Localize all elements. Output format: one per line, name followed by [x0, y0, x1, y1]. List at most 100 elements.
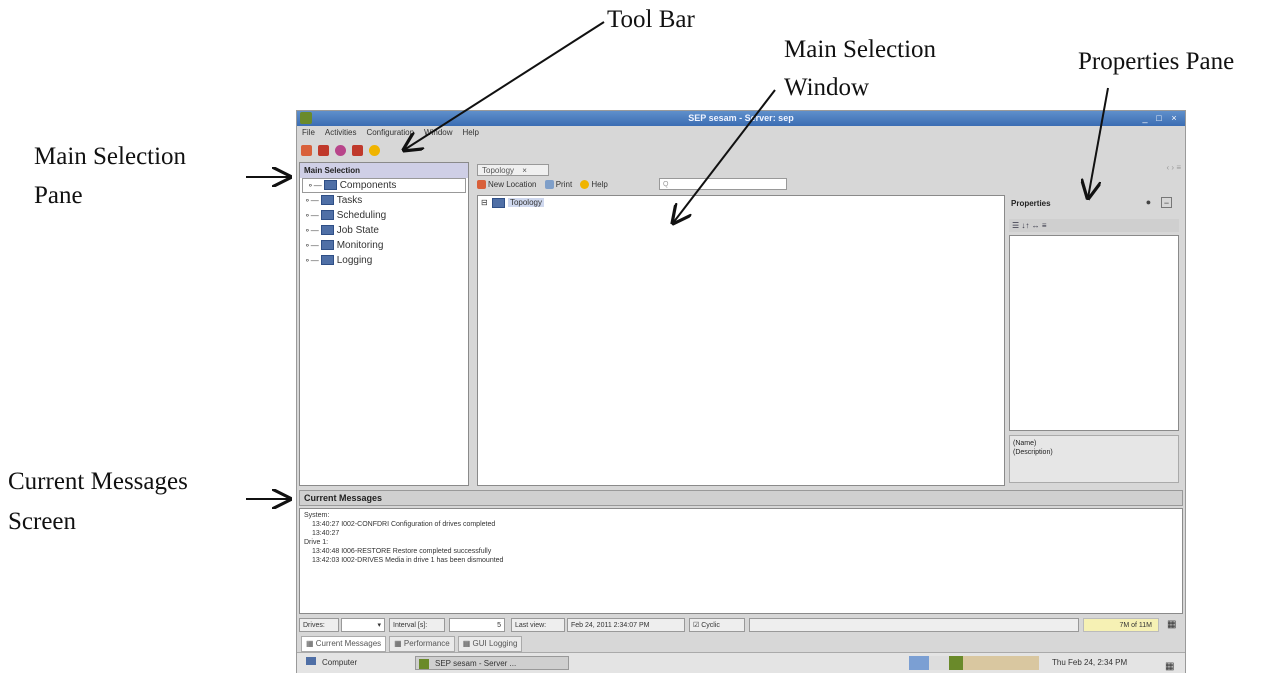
- help-icon: [580, 180, 590, 190]
- tab-close-icon[interactable]: ×: [522, 166, 527, 175]
- tree-item-components[interactable]: ⚬— Components: [302, 178, 466, 193]
- new-location-icon[interactable]: [301, 145, 312, 157]
- show-desktop-icon[interactable]: ▦: [1165, 657, 1174, 677]
- app-icon: [419, 658, 429, 669]
- message-line: System:: [304, 512, 330, 519]
- properties-description: (Name) (Description): [1009, 435, 1179, 483]
- description-label: (Description): [1013, 449, 1053, 456]
- minimize-pane-icon[interactable]: −: [1161, 197, 1172, 208]
- close-icon[interactable]: ×: [1168, 111, 1180, 126]
- tree-item-scheduling[interactable]: ⚬— Scheduling: [300, 208, 468, 223]
- folder-icon: [320, 255, 334, 266]
- stop-icon[interactable]: [352, 145, 363, 157]
- computer-icon: [306, 657, 316, 665]
- properties-toolbar[interactable]: ☰ ↓↑ ↔ ≡: [1009, 219, 1179, 232]
- folder-icon: [323, 180, 337, 191]
- name-label: (Name): [1013, 440, 1037, 447]
- refresh-icon[interactable]: [335, 145, 346, 157]
- folder-icon: [491, 198, 505, 208]
- tab-navigation[interactable]: ‹ › ≡: [1167, 163, 1181, 172]
- checkbox-icon[interactable]: ☑: [693, 622, 699, 629]
- callout-current-messages-line2: Screen: [8, 508, 77, 535]
- clock: Thu Feb 24, 2:34 PM: [1052, 658, 1128, 667]
- message-line: Drive 1:: [304, 539, 329, 546]
- last-view-label: Last view:: [511, 618, 565, 632]
- tool-bar: [301, 142, 386, 158]
- tab-strip: Topology × ‹ › ≡: [477, 162, 1183, 177]
- tree-item-monitoring[interactable]: ⚬— Monitoring: [300, 238, 468, 253]
- expander-icon[interactable]: ⚬—: [304, 253, 319, 268]
- tree-item-job-state[interactable]: ⚬— Job State: [300, 223, 468, 238]
- menu-configuration[interactable]: Configuration: [361, 126, 419, 140]
- tray-icons[interactable]: [909, 656, 1039, 670]
- folder-icon: [320, 195, 334, 206]
- new-location-icon: [477, 180, 486, 190]
- computer-button[interactable]: Computer: [303, 656, 403, 670]
- folder-icon: [320, 225, 334, 236]
- interval-stepper[interactable]: 5: [449, 618, 505, 632]
- expander-icon[interactable]: ⚬—: [304, 208, 319, 223]
- drives-select[interactable]: ▾: [341, 618, 385, 632]
- expander-icon[interactable]: ⊟: [481, 198, 488, 207]
- pin-icon[interactable]: ●: [1143, 197, 1154, 208]
- menu-help[interactable]: Help: [458, 126, 484, 140]
- help-icon[interactable]: [369, 145, 380, 157]
- drives-label: Drives:: [299, 618, 339, 632]
- add-drive-icon[interactable]: [318, 145, 329, 157]
- expander-icon[interactable]: ⚬—: [304, 223, 319, 238]
- print-icon: [544, 180, 554, 190]
- expander-icon[interactable]: ⚬—: [304, 193, 319, 208]
- cyclic-checkbox[interactable]: ☑ Cyclic: [689, 618, 745, 632]
- tab-topology[interactable]: Topology ×: [477, 164, 549, 176]
- menu-file[interactable]: File: [297, 126, 320, 140]
- search-input[interactable]: Q: [659, 178, 787, 190]
- tree-item-logging[interactable]: ⚬— Logging: [300, 253, 468, 268]
- interval-label: Interval [s]:: [389, 618, 445, 632]
- expander-icon[interactable]: ⚬—: [307, 179, 322, 192]
- status-field: [749, 618, 1079, 632]
- tab-current-messages[interactable]: ▦ Current Messages: [301, 636, 387, 652]
- help-button[interactable]: Help: [580, 177, 608, 193]
- current-messages-header: Current Messages: [299, 490, 1183, 506]
- folder-icon: [320, 210, 334, 221]
- print-button[interactable]: Print: [544, 177, 572, 193]
- tree-item-topology[interactable]: ⊟ Topology: [481, 198, 544, 208]
- folder-icon: [320, 240, 334, 251]
- tab-gui-logging[interactable]: ▦ GUI Logging: [457, 636, 523, 652]
- main-selection-pane: Main Selection ⚬— Components ⚬— Tasks ⚬— Sc…: [299, 162, 469, 486]
- bottom-tabs: ▦ Current Messages ▦ Performance ▦ GUI Log…: [301, 636, 525, 652]
- properties-pane: Properties ● − ☰ ↓↑ ↔ ≡ (Name) (Descript…: [1009, 191, 1181, 486]
- message-line: 13:42:03 I002-DRIVES Media in drive 1 ha…: [312, 557, 504, 564]
- current-messages-screen: System: 13:40:27 I002-CONFDRI Configurat…: [299, 508, 1183, 614]
- tree-item-tasks[interactable]: ⚬— Tasks: [300, 193, 468, 208]
- callout-main-selection-window-line2: Window: [784, 74, 870, 101]
- main-selection-window: ⊟ Topology: [477, 195, 1005, 486]
- properties-list: [1009, 235, 1179, 431]
- taskbar-app-button[interactable]: SEP sesam - Server ...: [415, 656, 569, 670]
- maximize-icon[interactable]: □: [1153, 111, 1165, 126]
- message-line: 13:40:48 I006-RESTORE Restore completed …: [312, 548, 492, 555]
- minimize-icon[interactable]: _: [1139, 111, 1151, 126]
- trash-icon[interactable]: ▦: [1167, 618, 1176, 632]
- window-title: SEP sesam - Server: sep: [688, 113, 794, 123]
- topology-toolbar: New Location Print Help: [477, 177, 614, 193]
- taskbar: Computer SEP sesam - Server ... Thu Feb …: [297, 652, 1185, 673]
- tab-performance[interactable]: ▦ Performance: [389, 636, 455, 652]
- menu-window[interactable]: Window: [419, 126, 457, 140]
- expander-icon[interactable]: ⚬—: [304, 238, 319, 253]
- sep-sesam-window: SEP sesam - Server: sep _ □ × File Activi…: [296, 110, 1186, 673]
- main-selection-header: Main Selection: [300, 163, 468, 178]
- message-line: 13:40:27: [312, 530, 340, 537]
- menu-bar: File Activities Configuration Window Help: [297, 126, 1185, 140]
- title-bar[interactable]: SEP sesam - Server: sep _ □ ×: [297, 111, 1185, 126]
- callout-tool-bar: Tool Bar: [607, 6, 695, 33]
- new-location-button[interactable]: New Location: [477, 177, 536, 193]
- callout-main-selection-window-line1: Main Selection: [784, 36, 937, 63]
- properties-title: Properties: [1011, 199, 1051, 208]
- callout-main-selection-pane-line2: Pane: [34, 182, 83, 209]
- menu-activities[interactable]: Activities: [320, 126, 362, 140]
- callout-main-selection-pane-line1: Main Selection: [34, 143, 187, 170]
- message-line: 13:40:27 I002-CONFDRI Configuration of d…: [312, 521, 496, 528]
- status-bar: Drives: ▾ Interval [s]: 5 Last view: Feb…: [299, 618, 1183, 634]
- memory-indicator: 7M of 11M: [1083, 618, 1159, 632]
